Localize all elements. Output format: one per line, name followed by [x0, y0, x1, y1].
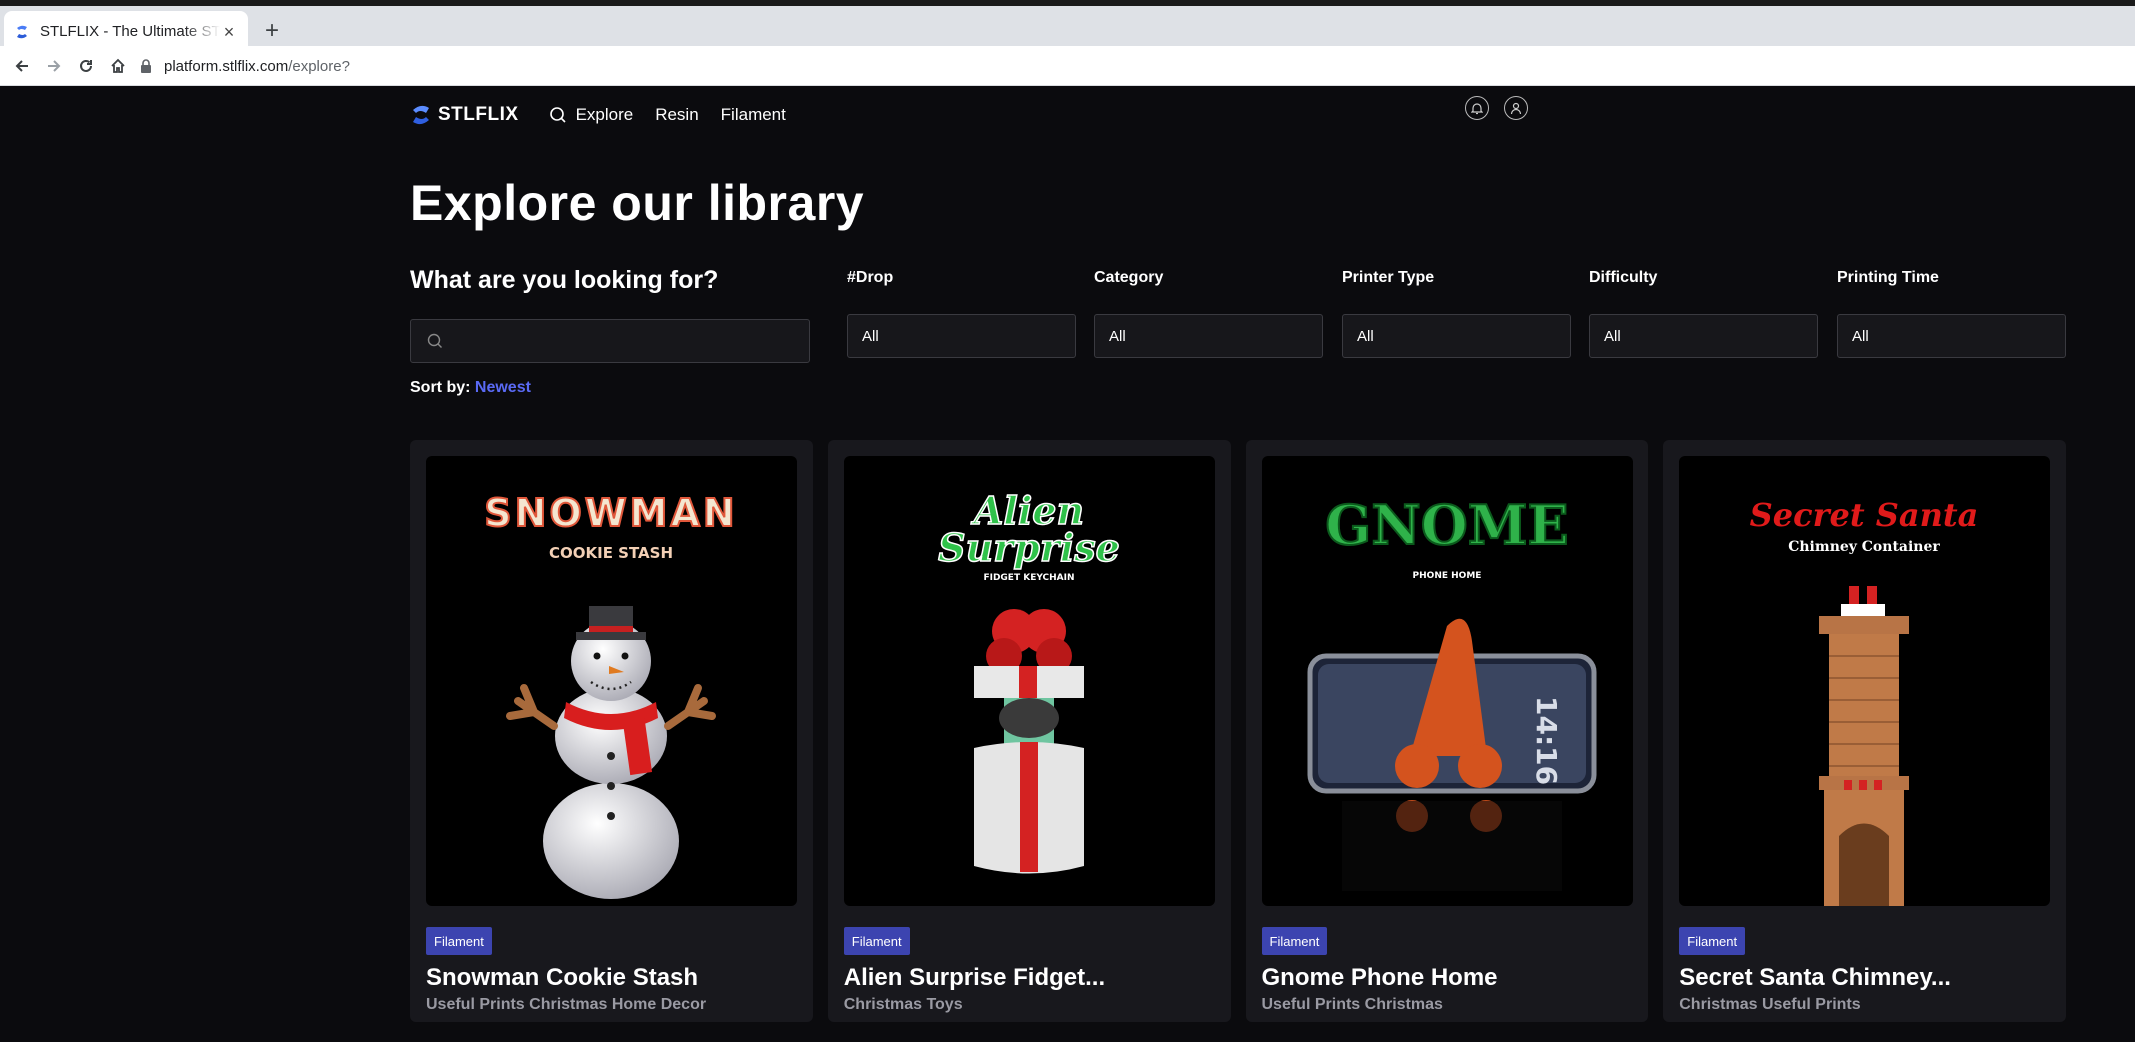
- art-title: SNOWMAN: [484, 491, 737, 535]
- nav-resin[interactable]: Resin: [655, 105, 698, 125]
- site-page: STLFLIX Explore Resin Filament Explore o…: [0, 86, 2135, 1042]
- product-card[interactable]: Alien Surprise FIDGET KEYCHAIN Filament …: [827, 440, 1231, 1022]
- nav-explore-label: Explore: [575, 105, 634, 124]
- stlflix-logo-icon: [413, 105, 429, 125]
- category-badge: Filament: [426, 927, 492, 955]
- sort-control: Sort by: Newest: [410, 379, 531, 397]
- filter-difficulty-select[interactable]: All: [1589, 314, 1818, 358]
- close-tab-icon[interactable]: ×: [220, 23, 238, 41]
- nav-explore[interactable]: Explore: [549, 105, 634, 125]
- category-badge: Filament: [1679, 927, 1746, 955]
- product-tags: Christmas Toys: [843, 996, 963, 1013]
- filter-printing-time-select[interactable]: All: [1837, 314, 2066, 358]
- product-card[interactable]: SNOWMAN COOKIE STASH Filament Snowman Co…: [410, 440, 813, 1022]
- stlflix-logo[interactable]: STLFLIX: [410, 103, 519, 127]
- product-tags: Useful Prints Christmas Home Decor: [426, 996, 707, 1013]
- product-title[interactable]: Alien Surprise Fidget...: [844, 964, 1215, 992]
- art-title-2: Surprise: [938, 525, 1120, 570]
- url-text: platform.stlflix.com/explore?: [164, 58, 350, 75]
- category-badge: Filament: [843, 927, 910, 955]
- product-image[interactable]: SNOWMAN COOKIE STASH: [426, 456, 797, 906]
- filter-printer-type-select[interactable]: All: [1342, 314, 1571, 358]
- filter-drop-label: #Drop: [847, 269, 894, 286]
- filter-category-select[interactable]: All: [1094, 314, 1323, 358]
- search-input[interactable]: [410, 319, 810, 363]
- art-title: GNOME: [1325, 493, 1568, 557]
- filter-printer-type-label: Printer Type: [1342, 269, 1435, 286]
- product-grid: SNOWMAN COOKIE STASH Filament Snowman Co…: [410, 440, 2066, 1042]
- product-title[interactable]: Secret Santa Chimney...: [1679, 964, 2050, 992]
- address-bar[interactable]: platform.stlflix.com/explore?: [140, 51, 2130, 81]
- filter-drop: #Drop All: [847, 269, 1076, 358]
- page-title: Explore our library: [410, 175, 865, 231]
- browser-toolbar: platform.stlflix.com/explore?: [0, 46, 2135, 86]
- nav-filament[interactable]: Filament: [721, 105, 786, 125]
- product-title[interactable]: Gnome Phone Home: [1262, 964, 1633, 992]
- nav-icons: [1450, 96, 1528, 120]
- product-card[interactable]: GNOME PHONE HOME 14:16 Filament Gnome Ph…: [1245, 440, 1649, 1022]
- art-subtitle: FIDGET KEYCHAIN: [983, 573, 1074, 583]
- sort-value[interactable]: Newest: [475, 379, 531, 396]
- back-icon[interactable]: [10, 54, 34, 78]
- search-heading: What are you looking for?: [410, 266, 719, 294]
- art-subtitle: Chimney Container: [1788, 539, 1940, 555]
- filter-difficulty-label: Difficulty: [1589, 269, 1658, 286]
- art-subtitle: COOKIE STASH: [549, 544, 673, 562]
- art-title: Secret Santa: [1750, 496, 1979, 534]
- url-path: /explore?: [288, 57, 350, 75]
- filter-category: Category All: [1094, 269, 1323, 358]
- product-tags: Christmas Useful Prints: [1679, 996, 1861, 1013]
- search-icon: [549, 107, 566, 123]
- sort-label: Sort by:: [410, 379, 471, 396]
- new-tab-button[interactable]: +: [258, 18, 286, 46]
- filter-printer-type: Printer Type All: [1342, 269, 1571, 358]
- reload-icon[interactable]: [74, 54, 98, 78]
- product-card[interactable]: Secret Santa Chimney Container Filament …: [1663, 440, 2066, 1022]
- forward-icon[interactable]: [42, 54, 66, 78]
- filter-printing-time: Printing Time All: [1837, 269, 2066, 358]
- filter-category-label: Category: [1094, 269, 1164, 286]
- url-host: platform.stlflix.com: [164, 57, 289, 75]
- user-icon[interactable]: [1504, 96, 1528, 120]
- filter-difficulty: Difficulty All: [1589, 269, 1818, 358]
- art-clock: 14:16: [1530, 696, 1563, 785]
- lock-icon: [141, 59, 151, 73]
- category-badge: Filament: [1261, 927, 1328, 955]
- product-image[interactable]: Secret Santa Chimney Container: [1679, 456, 2051, 906]
- bell-icon[interactable]: [1465, 96, 1489, 120]
- nav-resin-label: Resin: [655, 105, 699, 124]
- search-input-icon: [427, 333, 442, 348]
- product-image[interactable]: GNOME PHONE HOME 14:16: [1261, 456, 1633, 906]
- filter-printing-time-label: Printing Time: [1837, 269, 1939, 286]
- tab-title: STLFLIX - The Ultimate STL: [40, 23, 220, 40]
- product-image[interactable]: Alien Surprise FIDGET KEYCHAIN: [843, 456, 1215, 906]
- home-icon[interactable]: [106, 54, 130, 78]
- art-subtitle: PHONE HOME: [1412, 571, 1481, 581]
- nav-filament-label: Filament: [720, 105, 786, 124]
- filter-drop-select[interactable]: All: [847, 314, 1076, 358]
- stlflix-favicon-icon: [17, 25, 27, 38]
- product-title[interactable]: Snowman Cookie Stash: [426, 964, 797, 992]
- product-tags: Useful Prints Christmas: [1261, 996, 1443, 1013]
- logo-text: STLFLIX: [438, 104, 519, 125]
- site-nav: STLFLIX Explore Resin Filament: [410, 100, 808, 130]
